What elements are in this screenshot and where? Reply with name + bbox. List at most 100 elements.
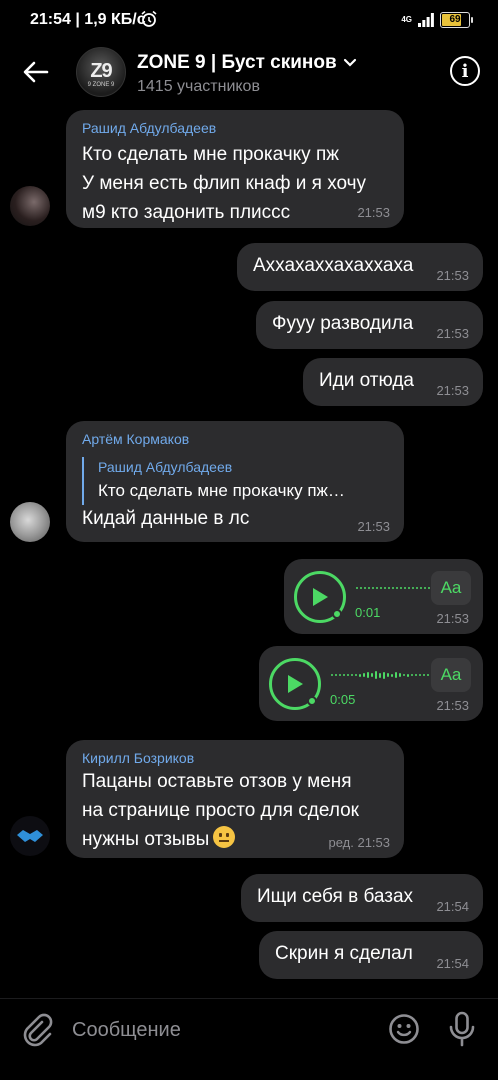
emoji-icon[interactable]	[388, 1013, 420, 1045]
signal-icon	[418, 13, 434, 27]
transcribe-button[interactable]: Aa	[431, 658, 471, 692]
waveform-bar	[395, 672, 397, 678]
paperclip-icon[interactable]	[20, 1013, 54, 1047]
waveform-bar	[363, 673, 365, 677]
transcribe-button[interactable]: Aa	[431, 571, 471, 605]
outgoing-message[interactable]: Иди отюда 21:53	[303, 358, 483, 406]
waveform-bar	[372, 587, 374, 589]
group-title: ZONE 9 | Буст скинов	[137, 52, 337, 73]
network-label: 4G	[401, 15, 412, 24]
play-icon	[313, 588, 328, 606]
message-time: 21:54	[436, 899, 469, 914]
waveform-bar	[419, 674, 421, 676]
message-text: Пацаны оставьте отзов у меня на странице…	[82, 771, 359, 850]
waveform-bar	[371, 673, 373, 677]
avatar[interactable]	[10, 816, 50, 856]
voice-message[interactable]: 0:05 Aa 21:53	[259, 646, 483, 721]
message-time: 21:53	[436, 611, 469, 626]
waveform-bar	[423, 674, 425, 676]
outgoing-message[interactable]: Ищи себя в базах 21:54	[241, 874, 483, 922]
battery-icon: 69	[440, 12, 473, 28]
chevron-down-icon	[343, 58, 356, 67]
message-time: 21:53	[436, 698, 469, 713]
message-time: 21:54	[436, 956, 469, 971]
status-time: 21:54 | 1,9 КБ/с	[30, 11, 146, 28]
message-time: ред. 21:53	[328, 835, 390, 850]
message-time: 21:53	[436, 326, 469, 341]
sender-name[interactable]: Артём Кормаков	[82, 431, 189, 447]
message-text: Кто сделать мне прокачку пж У меня есть …	[82, 144, 367, 223]
waveform-bar	[412, 587, 414, 589]
back-button[interactable]	[18, 54, 54, 90]
incoming-message[interactable]: Рашид Абдулбадеев Кто сделать мне прокач…	[66, 110, 404, 228]
waveform-bar	[415, 674, 417, 676]
waveform-bar	[407, 673, 409, 677]
avatar[interactable]	[10, 186, 50, 226]
chat-header: Z9 9 ZONE 9 ZONE 9 | Буст скинов 1415 уч…	[0, 42, 498, 102]
sender-name[interactable]: Кирилл Бозриков	[82, 750, 194, 766]
waveform-bar	[351, 674, 353, 676]
message-time: 21:53	[357, 205, 390, 220]
waveform-bar	[399, 673, 401, 677]
waveform-bar	[428, 587, 430, 589]
waveform-bar	[376, 587, 378, 589]
waveform-bar	[379, 672, 381, 678]
unplayed-indicator	[307, 696, 317, 706]
member-count: 1415 участников	[137, 78, 260, 95]
waveform-bar	[427, 674, 429, 676]
waveform-bar	[383, 671, 385, 679]
waveform-bar	[400, 587, 402, 589]
waveform-bar	[355, 674, 357, 676]
alarm-icon	[141, 10, 157, 27]
waveform-bar	[375, 671, 377, 679]
microphone-icon[interactable]	[448, 1011, 476, 1047]
waveform-bar	[396, 587, 398, 589]
waveform-bar	[368, 587, 370, 589]
waveform-bar	[408, 587, 410, 589]
play-icon	[288, 675, 303, 693]
message-text: Кидай данные в лс	[82, 508, 250, 529]
message-text: Аххахаххахаххаха	[253, 255, 414, 276]
waveform[interactable]	[331, 669, 433, 681]
waveform-bar	[404, 587, 406, 589]
voice-duration: 0:01	[355, 605, 381, 620]
waveform-bar	[359, 673, 361, 677]
unplayed-indicator	[332, 609, 342, 619]
status-bar: 21:54 | 1,9 КБ/с 4G 69	[0, 0, 498, 42]
incoming-message[interactable]: Артём Кормаков Рашид Абдулбадеев Кто сде…	[66, 421, 404, 542]
waveform-bar	[343, 674, 345, 676]
voice-message[interactable]: 0:01 Aa 21:53	[284, 559, 483, 634]
outgoing-message[interactable]: Аххахаххахаххаха 21:53	[237, 243, 483, 291]
sender-name[interactable]: Рашид Абдулбадеев	[82, 120, 216, 136]
message-composer	[0, 998, 498, 1080]
outgoing-message[interactable]: Фууу разводила 21:53	[256, 301, 483, 349]
incoming-message[interactable]: Кирилл Бозриков Пацаны оставьте отзов у …	[66, 740, 404, 858]
message-text: Скрин я сделал	[275, 943, 413, 964]
group-avatar[interactable]: Z9 9 ZONE 9	[76, 47, 126, 97]
avatar[interactable]	[10, 502, 50, 542]
info-icon: i	[461, 60, 469, 82]
arrow-left-icon	[23, 61, 49, 83]
waveform-bar	[347, 674, 349, 676]
waveform-bar	[387, 673, 389, 677]
waveform-bar	[392, 587, 394, 589]
message-text: Иди отюда	[319, 370, 414, 391]
quote-sender: Рашид Абдулбадеев	[98, 459, 233, 475]
message-text: Фууу разводила	[272, 313, 414, 334]
waveform-bar	[367, 672, 369, 678]
info-button[interactable]: i	[450, 56, 480, 86]
waveform-bar	[335, 674, 337, 676]
outgoing-message[interactable]: Скрин я сделал 21:54	[259, 931, 483, 979]
waveform-bar	[416, 587, 418, 589]
waveform-bar	[420, 587, 422, 589]
reply-quote[interactable]: Рашид Абдулбадеев Кто сделать мне прокач…	[82, 457, 372, 505]
message-input[interactable]	[72, 1013, 372, 1047]
message-time: 21:53	[357, 519, 390, 534]
waveform-bar	[364, 587, 366, 589]
waveform-bar	[360, 587, 362, 589]
waveform-bar	[391, 673, 393, 677]
group-title-row[interactable]: ZONE 9 | Буст скинов	[137, 52, 357, 74]
waveform-bar	[356, 587, 358, 589]
quote-text: Кто сделать мне прокачку пж…	[98, 481, 345, 500]
waveform-bar	[331, 674, 333, 676]
